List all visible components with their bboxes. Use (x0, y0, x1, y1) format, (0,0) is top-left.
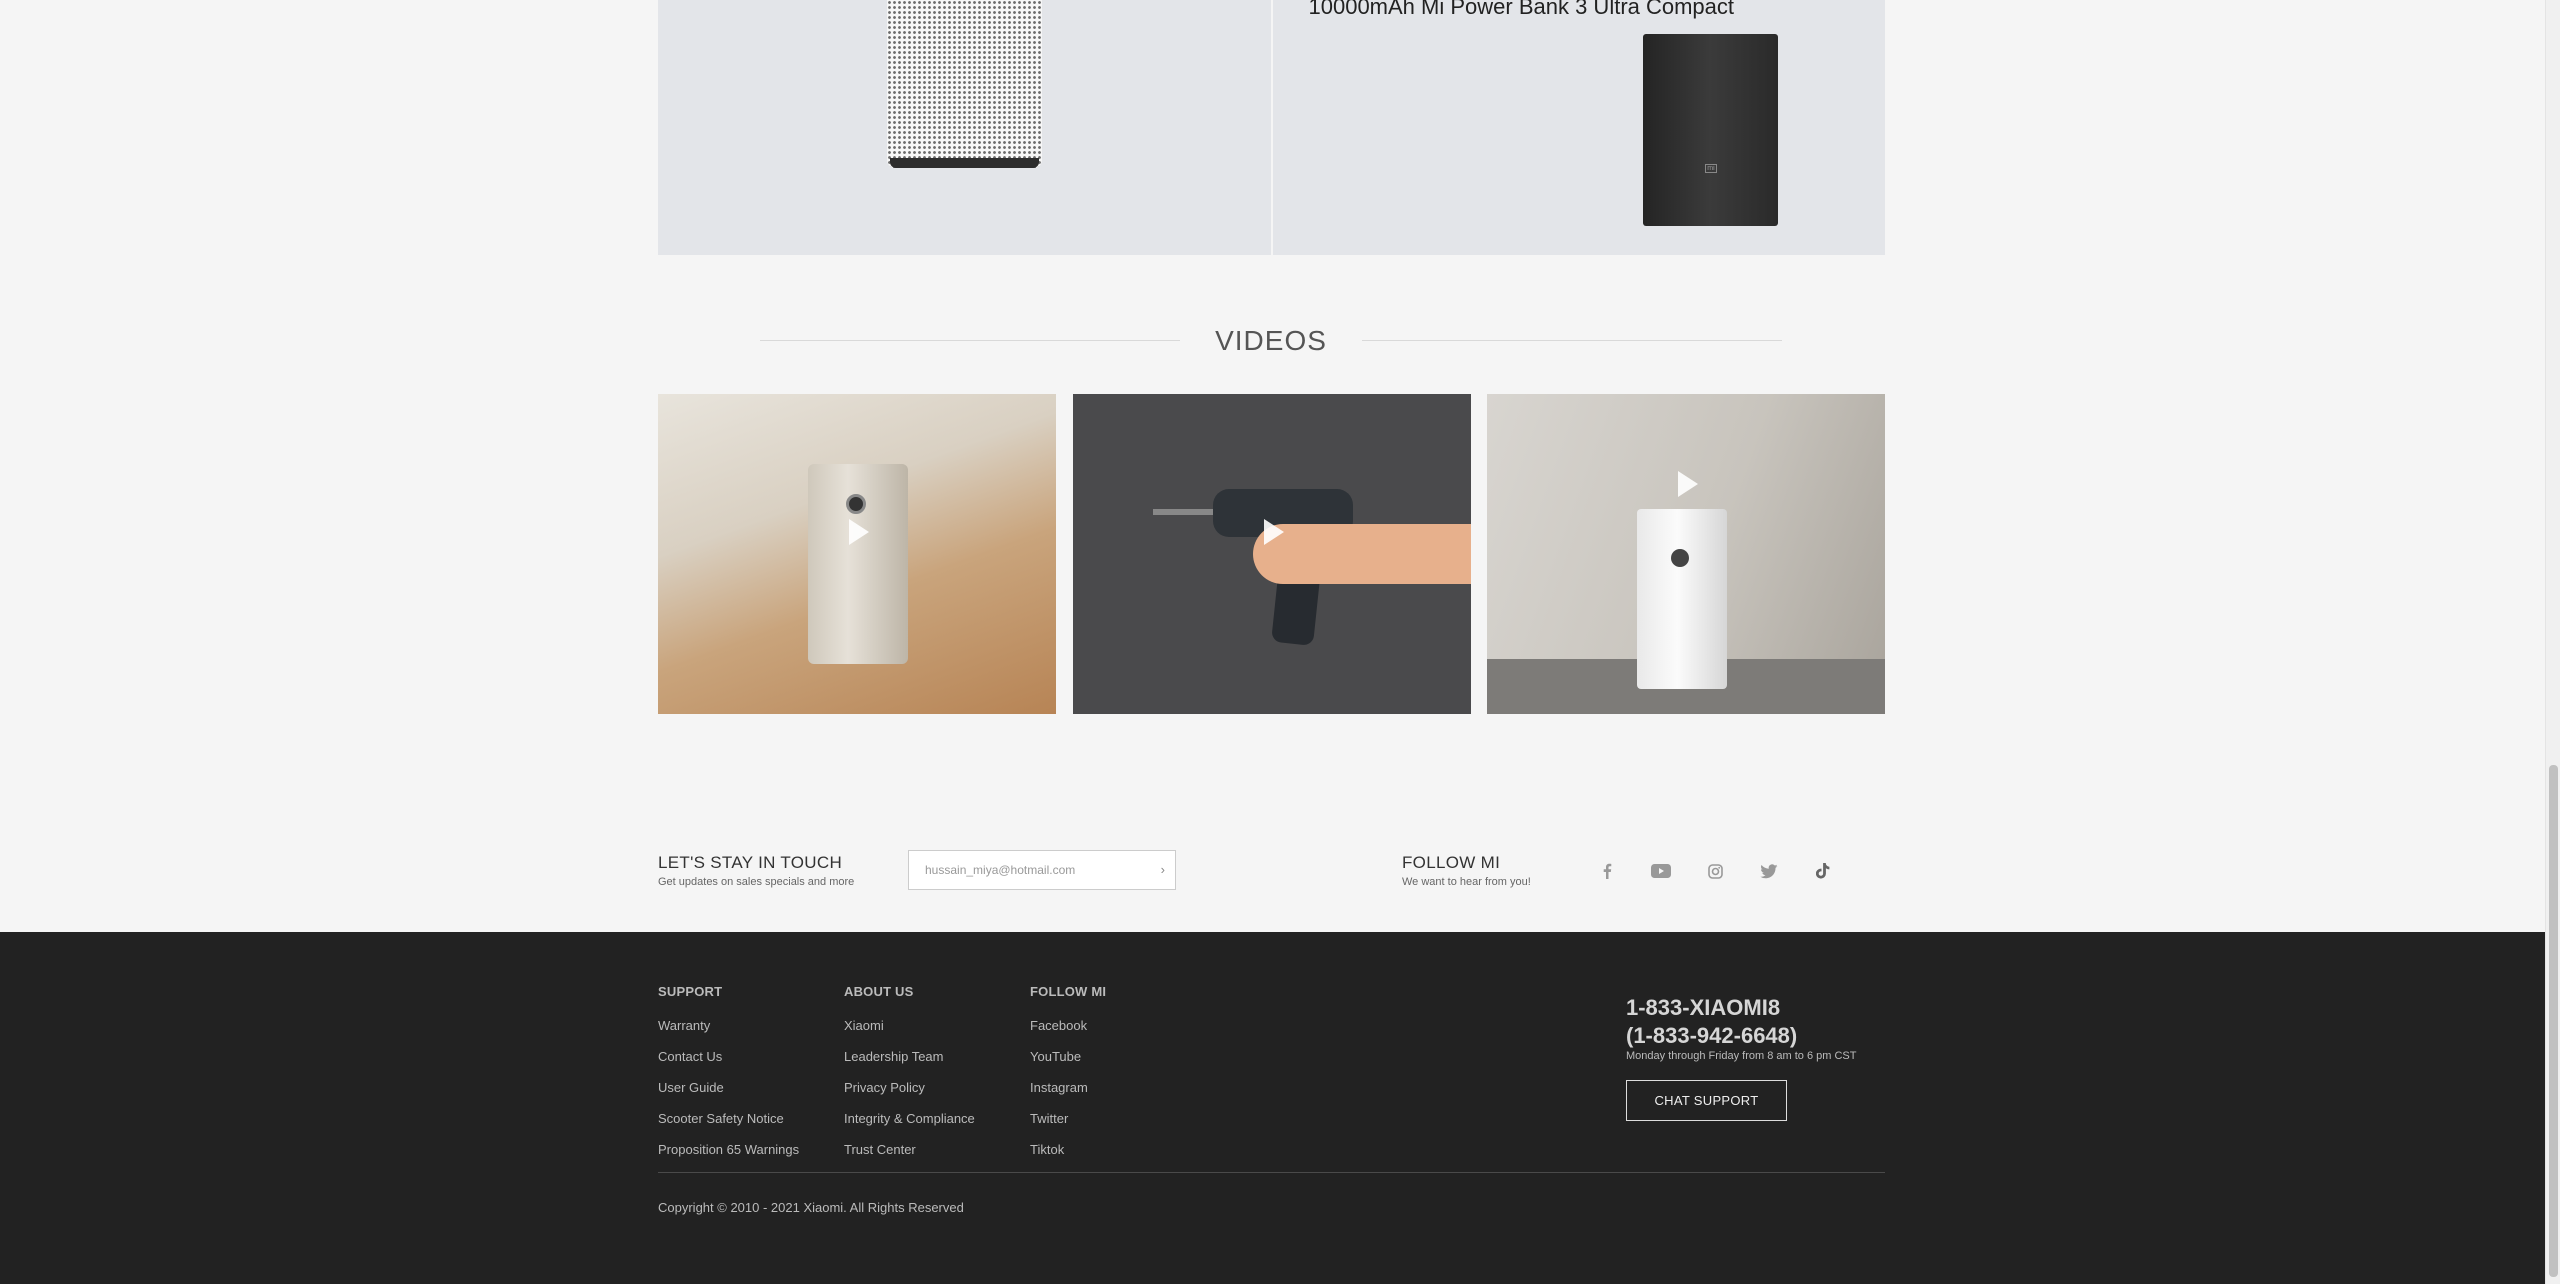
play-icon[interactable] (1264, 518, 1284, 545)
newsletter-form: › (908, 850, 1176, 890)
product-card-air-purifier[interactable] (658, 0, 1271, 255)
purifier-illustration (1637, 509, 1727, 689)
footer-heading: FOLLOW MI (1030, 984, 1107, 999)
tiktok-icon[interactable] (1812, 860, 1834, 882)
videos-header: VIDEOS (760, 325, 1782, 356)
social-icons (1596, 860, 1834, 882)
footer-link-warranty[interactable]: Warranty (658, 1018, 799, 1033)
footer-link-youtube[interactable]: YouTube (1030, 1049, 1106, 1064)
footer-link-contact-us[interactable]: Contact Us (658, 1049, 799, 1064)
footer-link-user-guide[interactable]: User Guide (658, 1080, 799, 1095)
chat-support-button[interactable]: CHAT SUPPORT (1626, 1080, 1787, 1121)
phone-number: 1-833-XIAOMI8 (1626, 995, 1781, 1020)
follow-title: FOLLOW MI (1402, 853, 1501, 872)
footer-link-facebook[interactable]: Facebook (1030, 1018, 1106, 1033)
footer-link-xiaomi[interactable]: Xiaomi (844, 1018, 975, 1033)
air-purifier-image (887, 0, 1042, 168)
footer-link-integrity[interactable]: Integrity & Compliance (844, 1111, 975, 1126)
support-hours: Monday through Friday from 8 am to 6 pm … (1626, 1050, 1857, 1062)
section-title: VIDEOS (1215, 325, 1327, 356)
footer-heading: ABOUT US (844, 984, 914, 999)
purifier-illustration (808, 464, 908, 664)
footer-column-support: SUPPORT Warranty Contact Us User Guide S… (658, 984, 799, 1173)
email-input[interactable] (909, 851, 1149, 889)
footer-link-scooter-safety[interactable]: Scooter Safety Notice (658, 1111, 799, 1126)
footer-column-about: ABOUT US Xiaomi Leadership Team Privacy … (844, 984, 975, 1173)
videos-row (658, 394, 1885, 714)
power-bank-image: mi (1643, 34, 1778, 226)
follow-subtitle: We want to hear from you! (1402, 876, 1531, 888)
footer-link-trust-center[interactable]: Trust Center (844, 1142, 975, 1157)
youtube-icon[interactable] (1650, 860, 1672, 882)
hand-illustration (1253, 524, 1471, 584)
footer-heading: SUPPORT (658, 984, 723, 999)
instagram-icon[interactable] (1704, 860, 1726, 882)
air-purifier-base (890, 158, 1039, 168)
footer-link-tiktok[interactable]: Tiktok (1030, 1142, 1106, 1157)
scrollbar[interactable] (2545, 0, 2560, 1284)
newsletter-subtitle: Get updates on sales specials and more (658, 876, 855, 888)
copyright-text: Copyright © 2010 - 2021 Xiaomi. All Righ… (658, 1200, 964, 1215)
video-thumbnail-purifier-2[interactable] (1487, 394, 1885, 714)
chevron-right-icon[interactable]: › (1161, 862, 1165, 877)
twitter-icon[interactable] (1758, 860, 1780, 882)
play-icon[interactable] (1678, 470, 1698, 497)
newsletter-title: LET'S STAY IN TOUCH (658, 853, 843, 872)
site-footer: SUPPORT Warranty Contact Us User Guide S… (0, 932, 2545, 1284)
facebook-icon[interactable] (1596, 860, 1618, 882)
support-phone: 1-833-XIAOMI8 (1-833-942-6648) (1626, 994, 1797, 1050)
footer-link-leadership[interactable]: Leadership Team (844, 1049, 975, 1064)
product-card-power-bank[interactable]: 10000mAh Mi Power Bank 3 Ultra Compact (1272, 0, 1885, 255)
scrollbar-thumb[interactable] (2549, 765, 2558, 1277)
video-thumbnail-drill[interactable] (1073, 394, 1471, 714)
phone-number-digits: (1-833-942-6648) (1626, 1023, 1798, 1048)
footer-link-twitter[interactable]: Twitter (1030, 1111, 1106, 1126)
play-icon[interactable] (849, 518, 869, 545)
footer-link-privacy[interactable]: Privacy Policy (844, 1080, 975, 1095)
divider-right (1362, 340, 1782, 341)
footer-link-instagram[interactable]: Instagram (1030, 1080, 1106, 1095)
mi-logo-icon: mi (1705, 164, 1717, 173)
footer-divider (658, 1172, 1885, 1173)
footer-link-prop-65[interactable]: Proposition 65 Warnings (658, 1142, 799, 1157)
video-thumbnail-purifier-1[interactable] (658, 394, 1056, 714)
product-title[interactable]: 10000mAh Mi Power Bank 3 Ultra Compact (1309, 0, 1735, 20)
footer-column-follow: FOLLOW MI Facebook YouTube Instagram Twi… (1030, 984, 1106, 1173)
